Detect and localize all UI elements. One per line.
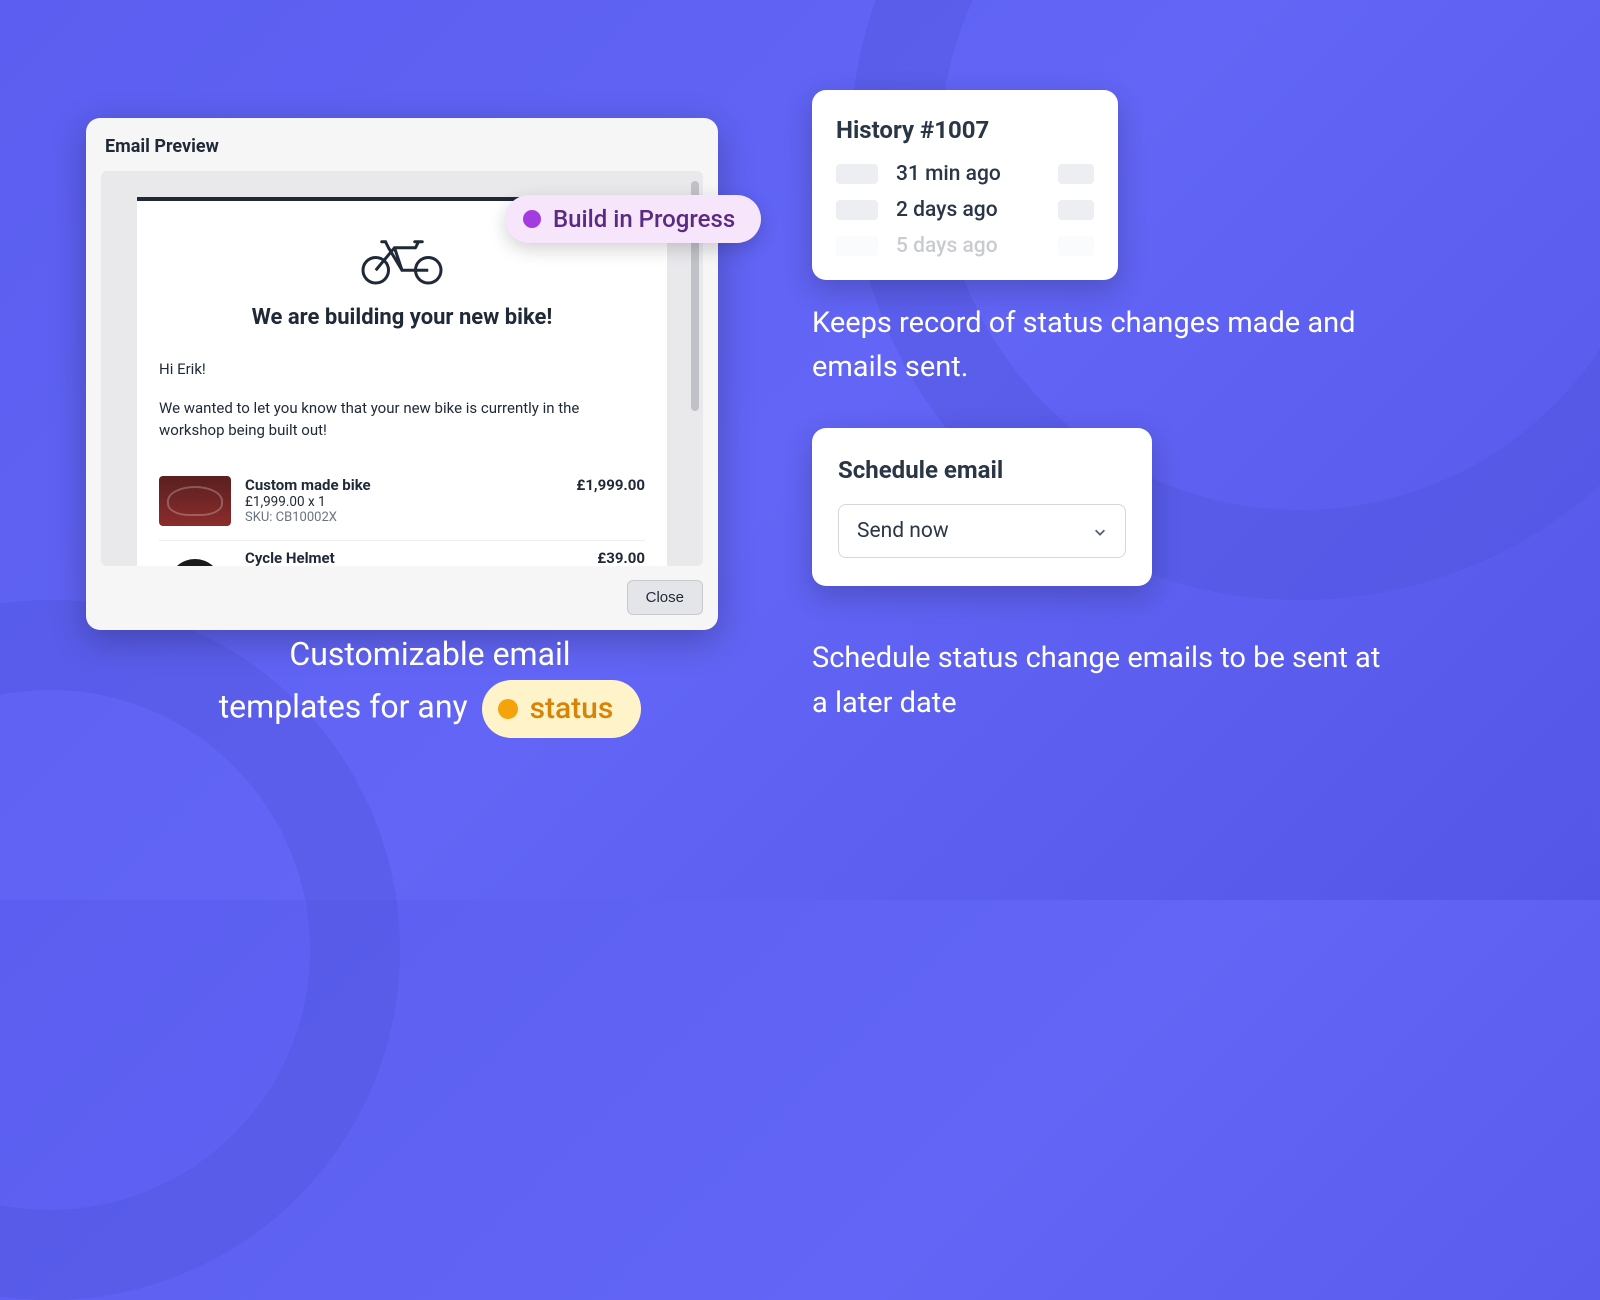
product-thumbnail [159, 549, 231, 567]
close-button[interactable]: Close [627, 580, 703, 615]
product-price: £1,999.00 [576, 476, 645, 494]
placeholder-bar [836, 164, 878, 184]
caption-history: Keeps record of status changes made and … [812, 302, 1402, 389]
product-price: £39.00 [597, 549, 645, 567]
caption-line-1: Customizable email [289, 635, 570, 673]
email-body: We are building your new bike! Hi Erik! … [137, 197, 667, 566]
schedule-title: Schedule email [838, 456, 1126, 484]
product-thumbnail [159, 476, 231, 526]
email-body-text: We wanted to let you know that your new … [159, 397, 645, 442]
status-pill-example: status [482, 680, 642, 739]
history-row: 2 days ago [836, 198, 1094, 222]
email-preview-title: Email Preview [101, 136, 703, 157]
schedule-select[interactable]: Send now [838, 504, 1126, 558]
status-badge: Build in Progress [505, 195, 761, 243]
history-row: 31 min ago [836, 162, 1094, 186]
status-label: Build in Progress [553, 205, 735, 233]
history-time: 5 days ago [896, 234, 1040, 258]
product-sku: SKU: CB10002X [245, 510, 576, 525]
status-pill-label: status [530, 686, 614, 733]
caption-templates: Customizable email templates for any sta… [150, 630, 710, 738]
history-row: 5 days ago [836, 234, 1094, 258]
placeholder-bar [836, 236, 878, 256]
history-title: History #1007 [836, 116, 1094, 144]
status-dot-icon [523, 210, 541, 228]
chevron-down-icon [1093, 524, 1107, 538]
email-headline: We are building your new bike! [159, 305, 645, 330]
placeholder-bar [1058, 164, 1094, 184]
history-time: 31 min ago [896, 162, 1040, 186]
schedule-select-value: Send now [857, 519, 949, 543]
line-item: Cycle Helmet £39.00 x 1 £39.00 [159, 541, 645, 567]
placeholder-bar [1058, 200, 1094, 220]
product-name: Cycle Helmet [245, 549, 597, 567]
product-meta: £1,999.00 x 1 [245, 494, 576, 510]
line-item: Custom made bike £1,999.00 x 1 SKU: CB10… [159, 468, 645, 541]
product-name: Custom made bike [245, 476, 576, 494]
caption-schedule: Schedule status change emails to be sent… [812, 636, 1382, 726]
email-greeting: Hi Erik! [159, 358, 645, 381]
placeholder-bar [1058, 236, 1094, 256]
placeholder-bar [836, 200, 878, 220]
status-dot-icon [498, 699, 518, 719]
history-card: History #1007 31 min ago 2 days ago 5 da… [812, 90, 1118, 280]
caption-line-2: templates for any [219, 687, 468, 725]
history-time: 2 days ago [896, 198, 1040, 222]
schedule-email-card: Schedule email Send now [812, 428, 1152, 586]
